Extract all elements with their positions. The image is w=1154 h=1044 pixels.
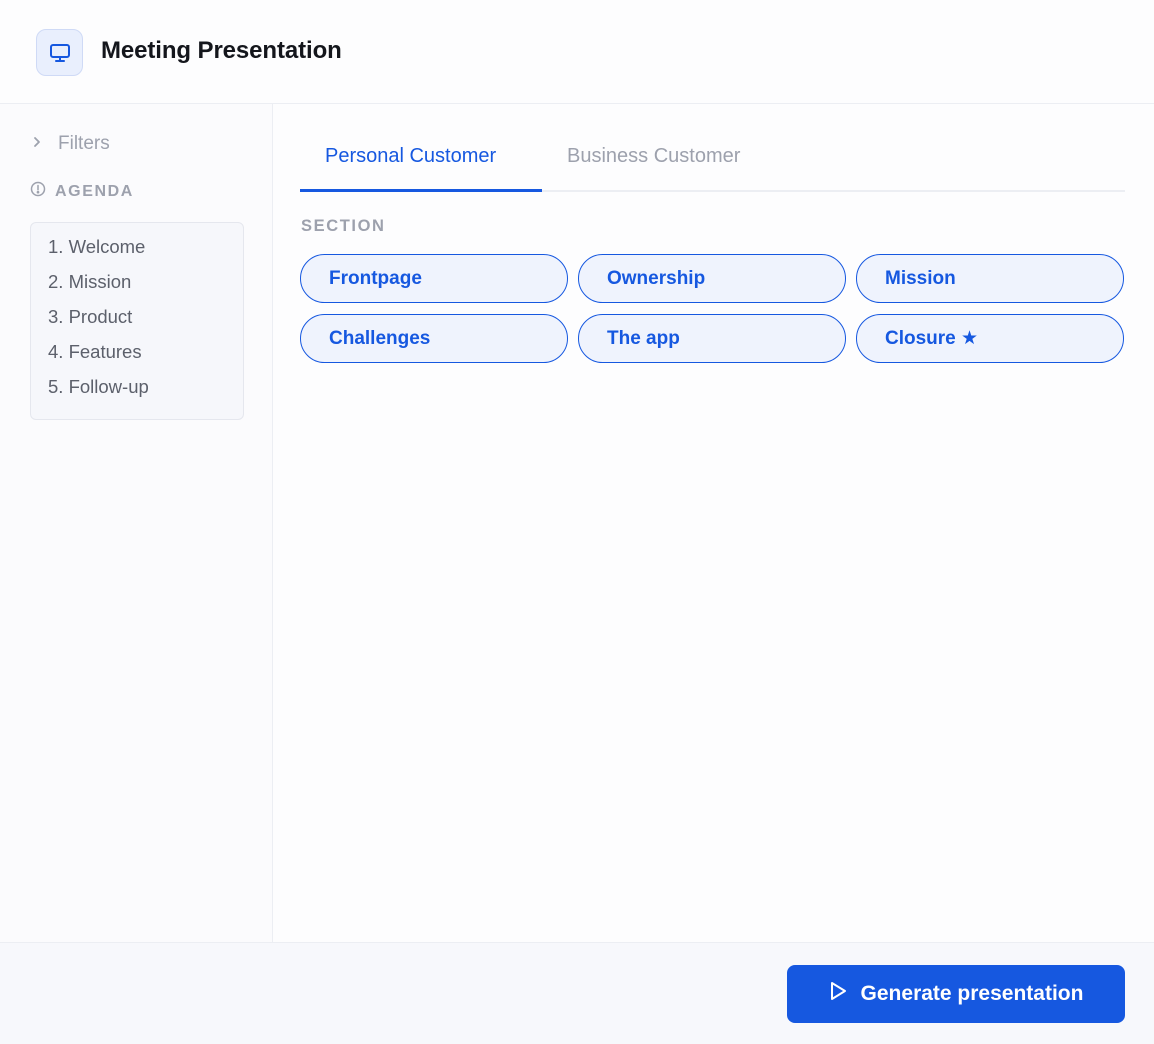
section-chip-mission[interactable]: Mission: [856, 254, 1124, 303]
footer: Generate presentation: [0, 942, 1154, 1044]
sidebar: Filters AGENDA 1. Welcome 2. Mission 3. …: [0, 104, 273, 942]
section-label: SECTION: [301, 217, 386, 235]
generate-presentation-button[interactable]: Generate presentation: [787, 965, 1125, 1023]
info-circle-icon: [30, 181, 46, 202]
tab-business-customer[interactable]: Business Customer: [542, 135, 765, 192]
monitor-icon: [36, 29, 83, 76]
agenda-item: 1. Welcome: [48, 236, 146, 257]
agenda-item: 4. Features: [48, 341, 142, 362]
agenda-list: 1. Welcome 2. Mission 3. Product 4. Feat…: [30, 222, 244, 420]
agenda-item: 3. Product: [48, 306, 133, 327]
header: Meeting Presentation: [0, 0, 1154, 104]
filters-toggle[interactable]: Filters: [30, 132, 110, 156]
section-chip-challenges[interactable]: Challenges: [300, 314, 568, 363]
main-panel: Personal Customer Business Customer SECT…: [273, 104, 1154, 942]
app-window: Meeting Presentation Filters AGENDA 1. W…: [0, 0, 1154, 1044]
section-chip-closure[interactable]: Closure ★: [856, 314, 1124, 363]
filters-label: Filters: [58, 133, 110, 154]
agenda-label: AGENDA: [55, 182, 134, 200]
tab-personal-customer[interactable]: Personal Customer: [300, 135, 542, 192]
agenda-header: AGENDA: [30, 181, 134, 202]
customer-tabs: Personal Customer Business Customer: [300, 135, 1125, 192]
play-icon: [829, 981, 847, 1007]
agenda-item: 5. Follow-up: [48, 376, 149, 397]
agenda-item: 2. Mission: [48, 271, 132, 292]
chevron-right-icon: [30, 135, 44, 154]
section-chip-ownership[interactable]: Ownership: [578, 254, 846, 303]
section-chips: Frontpage Ownership Mission Challenges T…: [300, 254, 1126, 363]
page-title: Meeting Presentation: [101, 37, 342, 64]
section-chip-frontpage[interactable]: Frontpage: [300, 254, 568, 303]
section-chip-the-app[interactable]: The app: [578, 314, 846, 363]
generate-presentation-label: Generate presentation: [860, 982, 1084, 1005]
